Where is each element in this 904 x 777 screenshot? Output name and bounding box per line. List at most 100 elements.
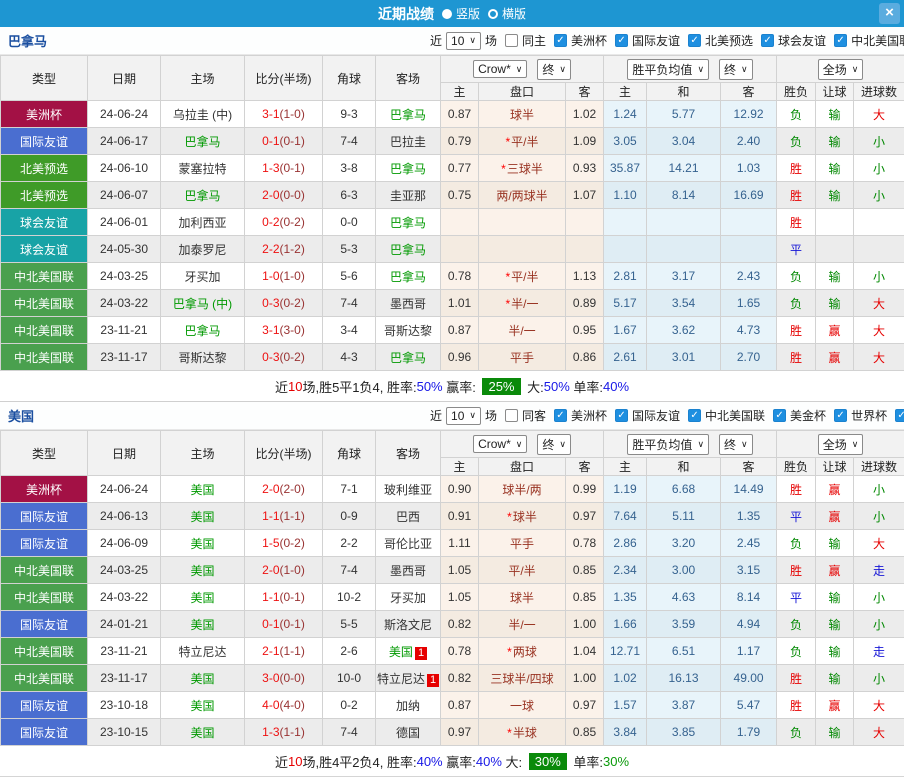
league-checkbox[interactable]: ✓ xyxy=(615,34,628,47)
match-row: 北美预选24-06-10蒙塞拉特1-3(0-1)3-8巴拿马0.77*三球半0.… xyxy=(1,155,904,182)
match-row: 中北美国联23-11-21特立尼达2-1(1-1)2-6美国10.78*两球1.… xyxy=(1,638,904,665)
crow-home-odds: 0.87 xyxy=(441,101,479,128)
match-count-select-value: 10 xyxy=(451,409,464,423)
stage-select[interactable]: 终∨ xyxy=(537,434,571,455)
type-badge: 国际友谊 xyxy=(1,530,88,557)
handicap-text: 三球半 xyxy=(507,162,543,176)
close-icon[interactable]: × xyxy=(879,3,900,24)
bookmaker-select[interactable]: Crow* ∨ xyxy=(473,435,527,453)
type-badge: 国际友谊 xyxy=(1,611,88,638)
handicap-text: 半/一 xyxy=(511,297,538,311)
stage-select[interactable]: 终∨ xyxy=(719,434,753,455)
column-subheader: 主 xyxy=(604,83,647,101)
summary-line: 近10场,胜5平1负4, 胜率:50% 赢率: 25% 大:50% 单率:40% xyxy=(0,371,904,401)
type-badge: 中北美国联 xyxy=(1,263,88,290)
stage-select-value: 终 xyxy=(542,61,554,78)
radio-unchecked-icon xyxy=(488,9,498,19)
league-checkbox[interactable]: ✓ xyxy=(688,409,701,422)
layout-radio-vertical[interactable]: 竖版 xyxy=(442,5,480,22)
date-cell: 24-06-13 xyxy=(88,503,161,530)
crow-away-odds: 0.95 xyxy=(566,317,604,344)
league-checkbox[interactable]: ✓ xyxy=(761,34,774,47)
summary-segment: 场,胜4平2负4, 胜率: xyxy=(302,752,416,771)
avg-home-odds: 1.02 xyxy=(604,665,647,692)
result-handicap: 赢 xyxy=(816,317,854,344)
stage-select[interactable]: 终∨ xyxy=(537,59,571,80)
layout-radio-horizontal[interactable]: 横版 xyxy=(488,5,526,22)
bookmaker-select-value: Crow* xyxy=(478,437,511,451)
avg-draw-odds: 3.62 xyxy=(647,317,721,344)
chevron-down-icon: ∨ xyxy=(697,440,704,449)
result-wl: 平 xyxy=(777,584,816,611)
league-checkbox[interactable]: ✓ xyxy=(554,34,567,47)
away-team: 巴拿马 xyxy=(376,344,441,371)
half-score: (1-0) xyxy=(280,269,305,283)
league-label: 国际友谊 xyxy=(632,407,680,424)
handicap-text: 平手 xyxy=(510,537,534,551)
bookmaker-select[interactable]: Crow*∨ xyxy=(473,60,527,78)
result-goals: 小 xyxy=(854,665,904,692)
crow-away-odds: 0.86 xyxy=(566,344,604,371)
scope-select[interactable]: 全场∨ xyxy=(818,59,864,80)
chevron-down-icon: ∨ xyxy=(697,65,704,74)
handicap-cell: *平/半 xyxy=(479,128,566,155)
league-checkbox[interactable]: ✓ xyxy=(895,409,904,422)
avg-draw-odds: 8.14 xyxy=(647,182,721,209)
type-badge: 中北美国联 xyxy=(1,638,88,665)
near-label: 近 xyxy=(430,32,442,49)
match-count-select[interactable]: 10∨ xyxy=(446,407,481,425)
away-team-name: 巴拿马 xyxy=(390,162,426,176)
away-team: 哥伦比亚 xyxy=(376,530,441,557)
result-goals: 大 xyxy=(854,290,904,317)
crow-home-odds: 0.79 xyxy=(441,128,479,155)
league-checkbox[interactable]: ✓ xyxy=(834,409,847,422)
avg-home-odds: 2.34 xyxy=(604,557,647,584)
same-venue-checkbox[interactable] xyxy=(505,409,518,422)
full-score: 0-2 xyxy=(262,215,279,229)
avg-draw-odds: 4.63 xyxy=(647,584,721,611)
league-checkbox[interactable]: ✓ xyxy=(688,34,701,47)
match-row: 北美预选24-06-07巴拿马2-0(0-0)6-3圭亚那0.75两/两球半1.… xyxy=(1,182,904,209)
avg-home-odds: 3.05 xyxy=(604,128,647,155)
chevron-down-icon: ∨ xyxy=(852,440,859,449)
result-wl: 平 xyxy=(777,236,816,263)
league-checkbox[interactable]: ✓ xyxy=(615,409,628,422)
half-score: (0-1) xyxy=(280,590,305,604)
avg-home-odds: 3.84 xyxy=(604,719,647,746)
result-goals: 大 xyxy=(854,317,904,344)
type-badge: 中北美国联 xyxy=(1,344,88,371)
result-goals: 小 xyxy=(854,263,904,290)
match-count-select[interactable]: 10∨ xyxy=(446,32,481,50)
league-checkbox[interactable]: ✓ xyxy=(554,409,567,422)
column-subheader: 胜负 xyxy=(777,83,816,101)
half-score: (1-1) xyxy=(280,725,305,739)
crow-home-odds: 1.01 xyxy=(441,290,479,317)
handicap-cell: *三球半 xyxy=(479,155,566,182)
same-venue-checkbox[interactable] xyxy=(505,34,518,47)
crow-home-odds: 0.90 xyxy=(441,476,479,503)
score-cell: 1-3(0-1) xyxy=(245,155,323,182)
stage-select[interactable]: 终∨ xyxy=(719,59,753,80)
scope-select[interactable]: 全场∨ xyxy=(818,434,864,455)
crow-away-odds: 1.09 xyxy=(566,128,604,155)
avg-draw-odds: 5.11 xyxy=(647,503,721,530)
summary-segment: 30% xyxy=(603,754,629,769)
corner-cell: 5-3 xyxy=(323,236,376,263)
avg-type-select[interactable]: 胜平负均值∨ xyxy=(627,59,709,80)
avg-home-odds: 35.87 xyxy=(604,155,647,182)
handicap-text: 两球 xyxy=(513,645,537,659)
column-subheader: 让球 xyxy=(816,458,854,476)
avg-type-select[interactable]: 胜平负均值∨ xyxy=(627,434,709,455)
same-venue-label: 同主 xyxy=(522,32,546,49)
summary-segment: 单率: xyxy=(570,752,603,771)
result-goals: 小 xyxy=(854,584,904,611)
half-score: (0-0) xyxy=(280,671,305,685)
type-badge: 球会友谊 xyxy=(1,209,88,236)
league-checkbox[interactable]: ✓ xyxy=(773,409,786,422)
handicap-text: 球半 xyxy=(513,510,537,524)
crow-home-odds: 0.82 xyxy=(441,665,479,692)
home-team: 特立尼达 xyxy=(161,638,245,665)
chevron-down-icon: ∨ xyxy=(516,440,523,449)
handicap-cell: *平/半 xyxy=(479,263,566,290)
league-checkbox[interactable]: ✓ xyxy=(834,34,847,47)
